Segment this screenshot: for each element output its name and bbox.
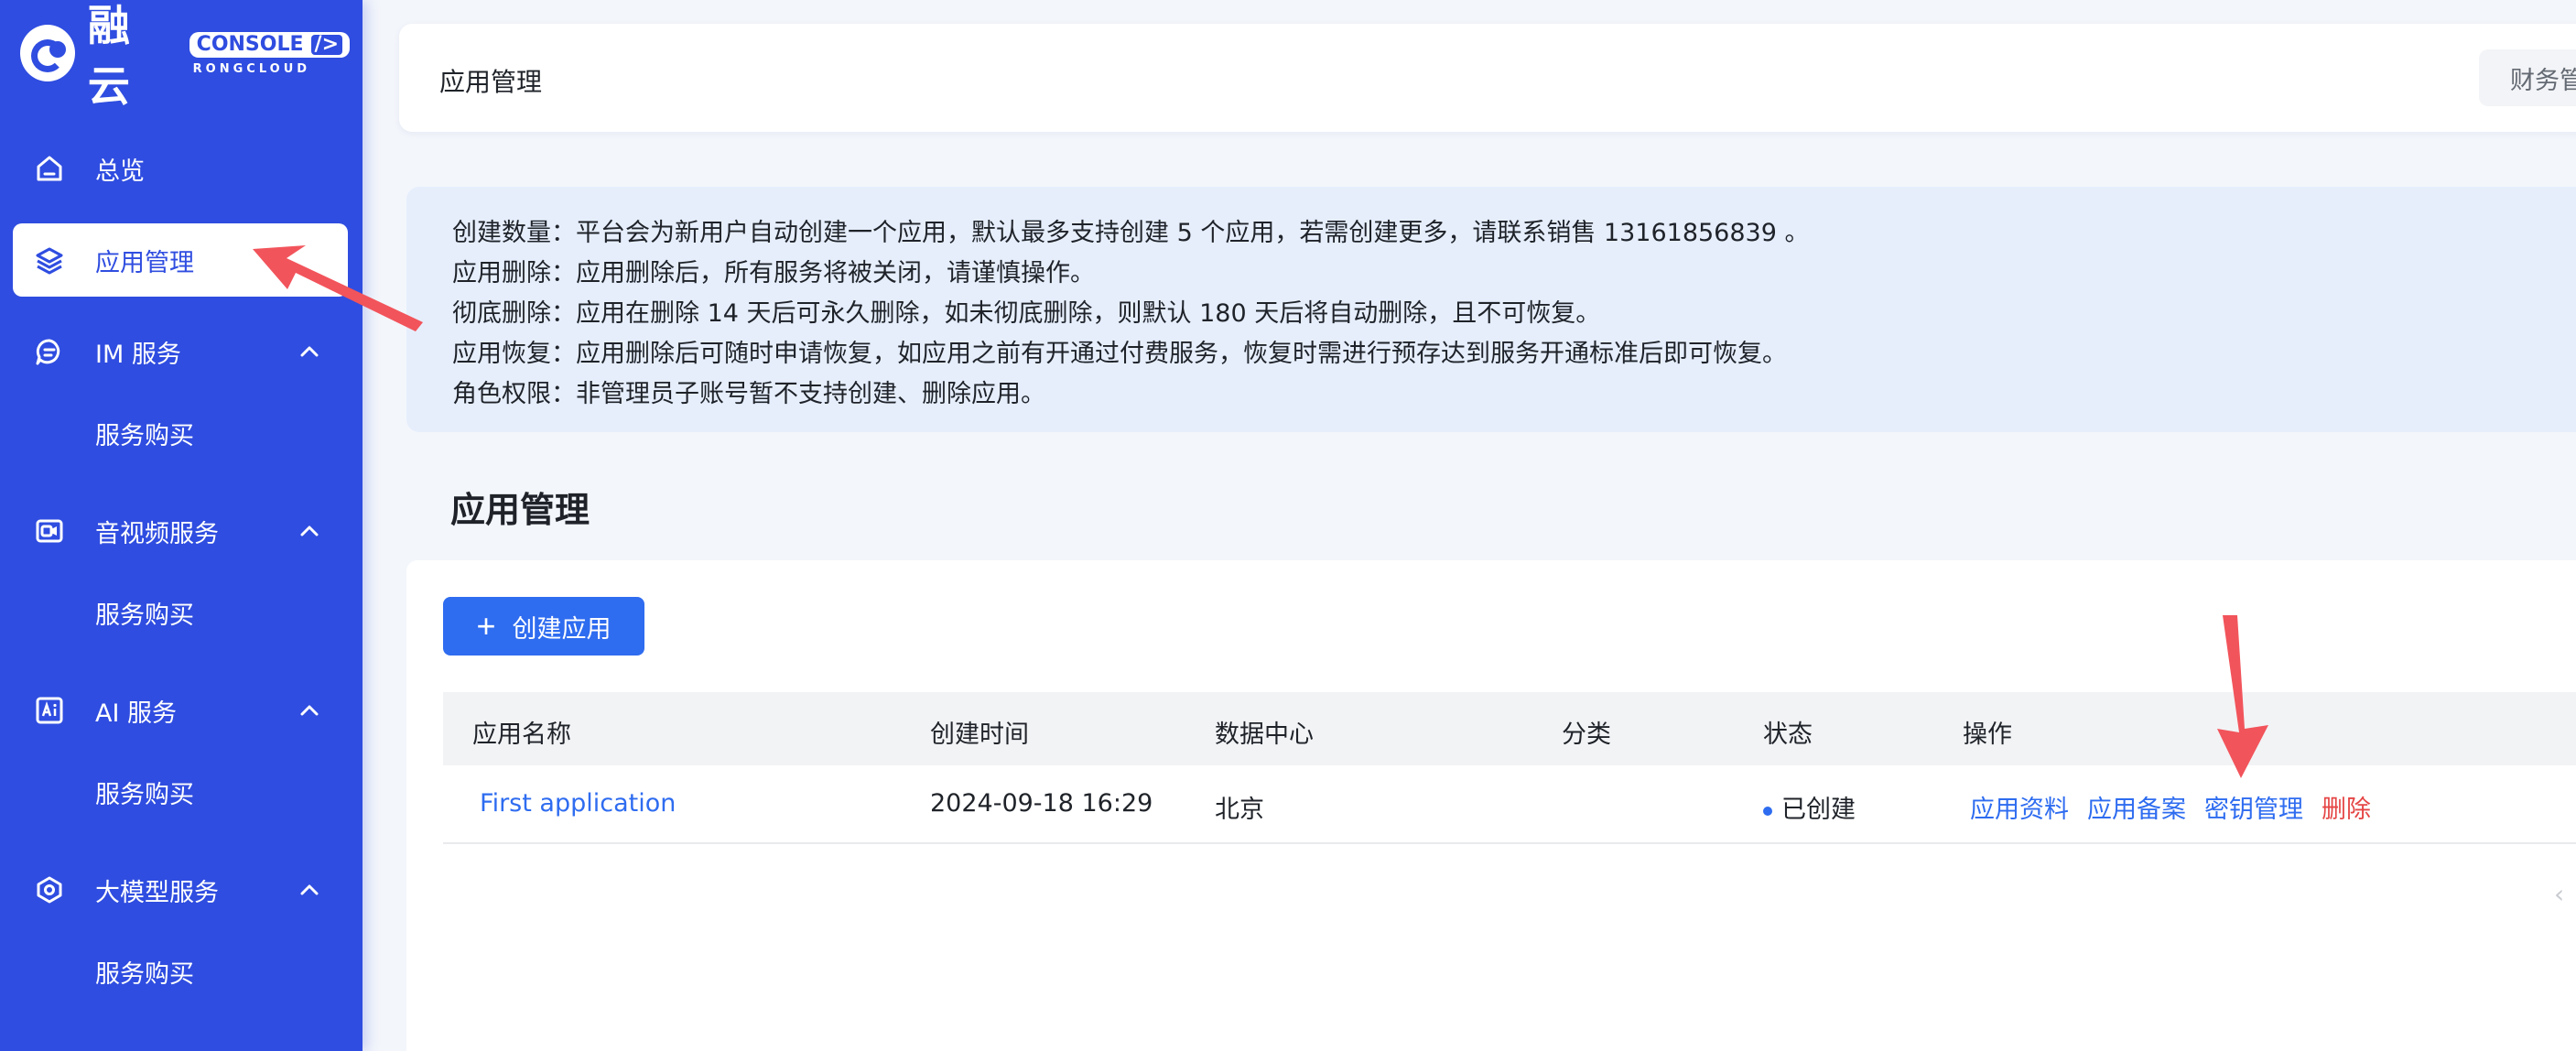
chat-icon [33,335,66,368]
create-app-label: 创建应用 [512,614,612,643]
sidebar-subitem-im-purchase[interactable]: 服务购买 [95,416,194,451]
create-app-button[interactable]: + 创建应用 [443,597,644,656]
sidebar-item-label: 应用管理 [95,248,194,277]
rongcloud-logo-icon [20,25,75,81]
table-row: First application 2024-09-18 16:29 北京 已创… [443,765,2576,844]
status-dot-icon [1763,806,1772,816]
created-time: 2024-09-18 16:29 [930,789,1153,818]
column-header-created: 创建时间 [930,721,1029,749]
finance-management-tab[interactable]: 财务管理 [2479,49,2576,106]
sidebar-item-av-service[interactable]: 音视频服务 [13,494,348,568]
home-icon [33,152,66,185]
page-title: 应用管理 [450,490,590,530]
sidebar-item-app-management[interactable]: 应用管理 [13,223,348,297]
layers-icon [33,244,66,276]
table-header: 应用名称 创建时间 数据中心 分类 状态 操作 [443,692,2576,765]
sidebar-subitem-ai-purchase[interactable]: 服务购买 [95,775,194,810]
header-title: 应用管理 [439,67,543,97]
brand-logo[interactable]: 融云 CONSOLE/> RONGCLOUD [20,1,350,111]
ai-icon [33,694,66,727]
brand-name: 融云 [87,1,132,111]
sidebar: 融云 CONSOLE/> RONGCLOUD 总览 应用管理 IM 服务 服务购… [0,0,363,1051]
app-name-link[interactable]: First application [480,789,676,818]
plus-icon: + [476,607,496,645]
sidebar-item-label: 总览 [95,157,145,186]
column-header-status: 状态 [1763,721,1813,749]
column-header-actions: 操作 [1963,721,2012,749]
column-header-datacenter: 数据中心 [1215,721,1314,749]
notice-line: 角色权限：非管理员子账号暂不支持创建、删除应用。 [452,380,1045,408]
notice-line: 应用删除：应用删除后，所有服务将被关闭，请谨慎操作。 [452,259,1095,287]
model-icon [33,873,66,906]
sidebar-item-overview[interactable]: 总览 [13,132,348,205]
notice-line: 创建数量：平台会为新用户自动创建一个应用，默认最多支持创建 5 个应用，若需创建… [452,219,1810,247]
sidebar-item-ai-service[interactable]: AI 服务 [13,674,348,747]
sidebar-item-label: AI 服务 [95,699,178,728]
app-filing-link[interactable]: 应用备案 [2087,789,2186,825]
notice-line: 彻底删除：应用在删除 14 天后可永久删除，如未彻底删除，则默认 180 天后将… [452,299,1601,328]
sidebar-item-label: 音视频服务 [95,519,219,548]
console-badge: CONSOLE/> RONGCLOUD [189,31,350,75]
column-header-name: 应用名称 [472,721,571,749]
chevron-up-icon[interactable] [297,698,322,723]
column-header-category: 分类 [1562,721,1611,749]
chevron-up-icon[interactable] [297,877,322,903]
app-info-link[interactable]: 应用资料 [1970,789,2069,825]
notice-line: 应用恢复：应用删除后可随时申请恢复，如应用之前有开通过付费服务，恢复时需进行预存… [452,340,1787,368]
datacenter: 北京 [1215,796,1264,824]
status-badge: 已创建 [1763,789,1856,825]
video-icon [33,515,66,547]
chevron-left-icon[interactable]: ‹ [2554,879,2564,909]
chevron-up-icon[interactable] [297,339,322,364]
top-header: 应用管理 财务管理 [399,24,2576,132]
chevron-up-icon[interactable] [297,518,322,544]
key-management-link[interactable]: 密钥管理 [2204,789,2303,825]
sidebar-item-label: 大模型服务 [95,878,219,907]
notice-panel: 创建数量：平台会为新用户自动创建一个应用，默认最多支持创建 5 个应用，若需创建… [406,187,2576,432]
sidebar-subitem-model-purchase[interactable]: 服务购买 [95,954,194,990]
sidebar-item-label: IM 服务 [95,340,181,369]
delete-link[interactable]: 删除 [2322,789,2371,825]
sidebar-subitem-av-purchase[interactable]: 服务购买 [95,595,194,631]
sidebar-item-im-service[interactable]: IM 服务 [13,315,348,388]
sidebar-item-model-service[interactable]: 大模型服务 [13,853,348,926]
